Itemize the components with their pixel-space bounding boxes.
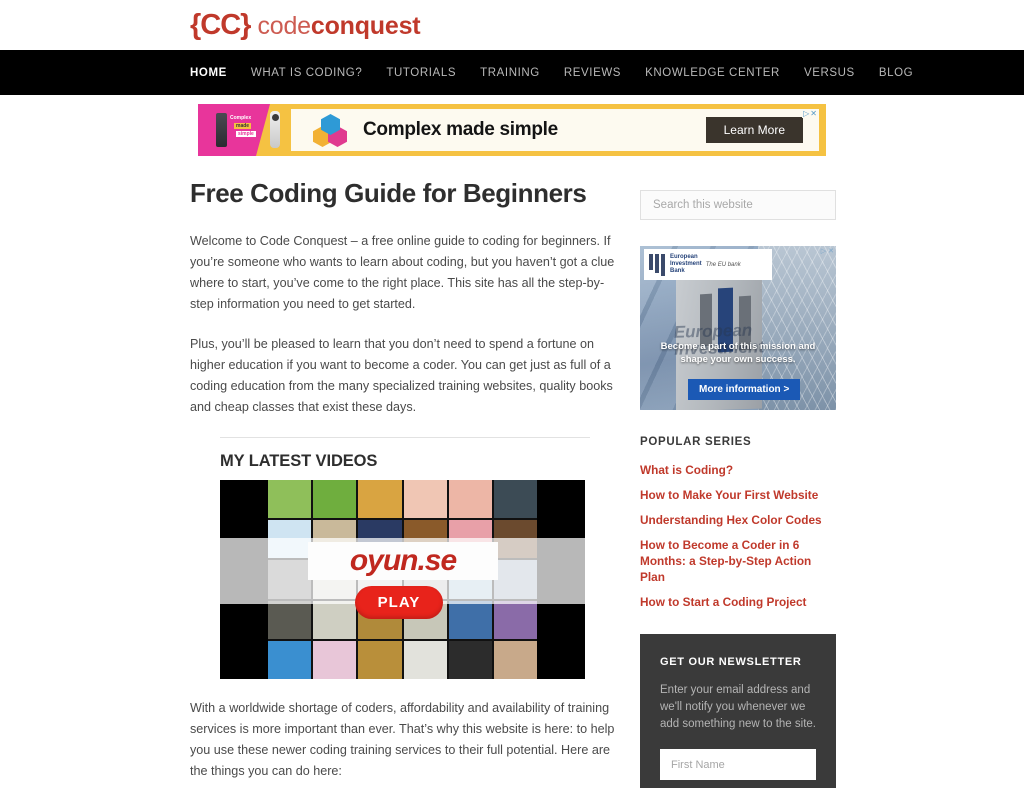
newsletter-widget: GET OUR NEWSLETTER Enter your email addr… [640, 634, 836, 788]
main-content: Free Coding Guide for Beginners Welcome … [190, 178, 615, 788]
series-link-first-website[interactable]: How to Make Your First Website [640, 487, 836, 503]
newsletter-title: GET OUR NEWSLETTER [660, 656, 802, 668]
logo-mark-icon: {CC} [190, 8, 251, 41]
nav-item-knowledge-center[interactable]: KNOWLEDGE CENTER [645, 67, 780, 79]
nav-item-home[interactable]: HOME [190, 67, 227, 79]
series-link-hex-color-codes[interactable]: Understanding Hex Color Codes [640, 512, 836, 528]
my-latest-videos-title: MY LATEST VIDEOS [220, 452, 378, 470]
ad-tag-made: made [234, 123, 252, 129]
nav-items: HOME WHAT IS CODING? TUTORIALS TRAINING … [190, 67, 913, 79]
nav-item-tutorials[interactable]: TUTORIALS [386, 67, 456, 79]
sidebar: European Investment European Investment … [640, 190, 836, 788]
sidebar-ad-tagline: Become a part of this mission and shape … [660, 341, 816, 365]
page-body: Free Coding Guide for Beginners Welcome … [0, 178, 1024, 788]
eib-logo-line-1: European [670, 254, 698, 260]
nav-item-blog[interactable]: BLOG [879, 67, 913, 79]
adchoices-close-icon[interactable]: ✕ [810, 110, 817, 118]
intro-paragraph-1: Welcome to Code Conquest – a free online… [190, 234, 615, 311]
video-brand-label: oyun.se [349, 544, 457, 577]
ad-tag-simple: simple [236, 131, 256, 137]
eib-logo-line-2: Investment [670, 261, 702, 267]
newsletter-first-name-field[interactable] [660, 749, 816, 780]
series-link-what-is-coding[interactable]: What is Coding? [640, 462, 836, 478]
top-advertisement[interactable]: Complex made simple Complex made simple … [198, 104, 826, 156]
sidebar-ad-more-information-button[interactable]: More information > [688, 379, 801, 400]
search-input[interactable] [640, 190, 836, 220]
ad-pink-panel [198, 104, 270, 156]
ad-hexagon-logo-icon [313, 114, 347, 147]
adchoices-info-icon[interactable]: ▷ [803, 110, 809, 118]
nav-item-reviews[interactable]: REVIEWS [564, 67, 621, 79]
video-brand-plate: oyun.se [308, 542, 498, 580]
sidebar-adchoices-info-icon[interactable]: ▷ [821, 248, 826, 255]
eib-logo-bars-icon [649, 253, 665, 276]
video-play-button[interactable]: PLAY [355, 586, 443, 619]
sidebar-adchoices-badge[interactable]: ▷ ✕ [821, 248, 834, 255]
nav-item-versus[interactable]: VERSUS [804, 67, 855, 79]
logo-word-conquest: conquest [310, 11, 421, 40]
page-title: Free Coding Guide for Beginners [190, 178, 587, 208]
adchoices-badge[interactable]: ▷ ✕ [802, 110, 818, 118]
series-link-become-a-coder[interactable]: How to Become a Coder in 6 Months: a Ste… [640, 537, 836, 585]
paragraph-3: With a worldwide shortage of coders, aff… [190, 701, 615, 778]
popular-series-title: POPULAR SERIES [640, 436, 752, 448]
intro-paragraph-2: Plus, you’ll be pleased to learn that yo… [190, 337, 613, 414]
top-advertisement-container: Complex made simple Complex made simple … [0, 104, 1024, 156]
ad-learn-more-button[interactable]: Learn More [705, 117, 803, 143]
main-navigation: HOME WHAT IS CODING? TUTORIALS TRAINING … [0, 50, 1024, 95]
series-link-start-coding-project[interactable]: How to Start a Coding Project [640, 594, 836, 610]
ad-headline: Complex made simple [363, 119, 558, 140]
nav-item-training[interactable]: TRAINING [480, 67, 540, 79]
ad-device-light-icon [270, 111, 280, 148]
site-header: {CC} code conquest [0, 0, 1024, 50]
eib-logo-line-3: Bank [670, 268, 685, 274]
ad-device-dark-icon [216, 113, 227, 147]
nav-item-what-is-coding[interactable]: WHAT IS CODING? [251, 67, 362, 79]
eib-logo-text: European Investment Bank [670, 254, 702, 275]
newsletter-description: Enter your email address and we'll notif… [660, 684, 816, 730]
ad-message-panel: Complex made simple Learn More ▷ ✕ [291, 109, 819, 151]
logo-word-code: code [257, 11, 311, 40]
section-divider [220, 437, 590, 438]
eib-logo: European Investment Bank The EU bank [644, 249, 772, 280]
ad-tag-complex: Complex [228, 115, 254, 121]
video-player[interactable]: oyun.se PLAY [220, 480, 585, 679]
site-logo[interactable]: {CC} code conquest [190, 8, 421, 42]
sidebar-advertisement[interactable]: European Investment European Investment … [640, 246, 836, 410]
sidebar-adchoices-close-icon[interactable]: ✕ [828, 248, 834, 255]
eib-logo-tagline: The EU bank [705, 261, 741, 268]
